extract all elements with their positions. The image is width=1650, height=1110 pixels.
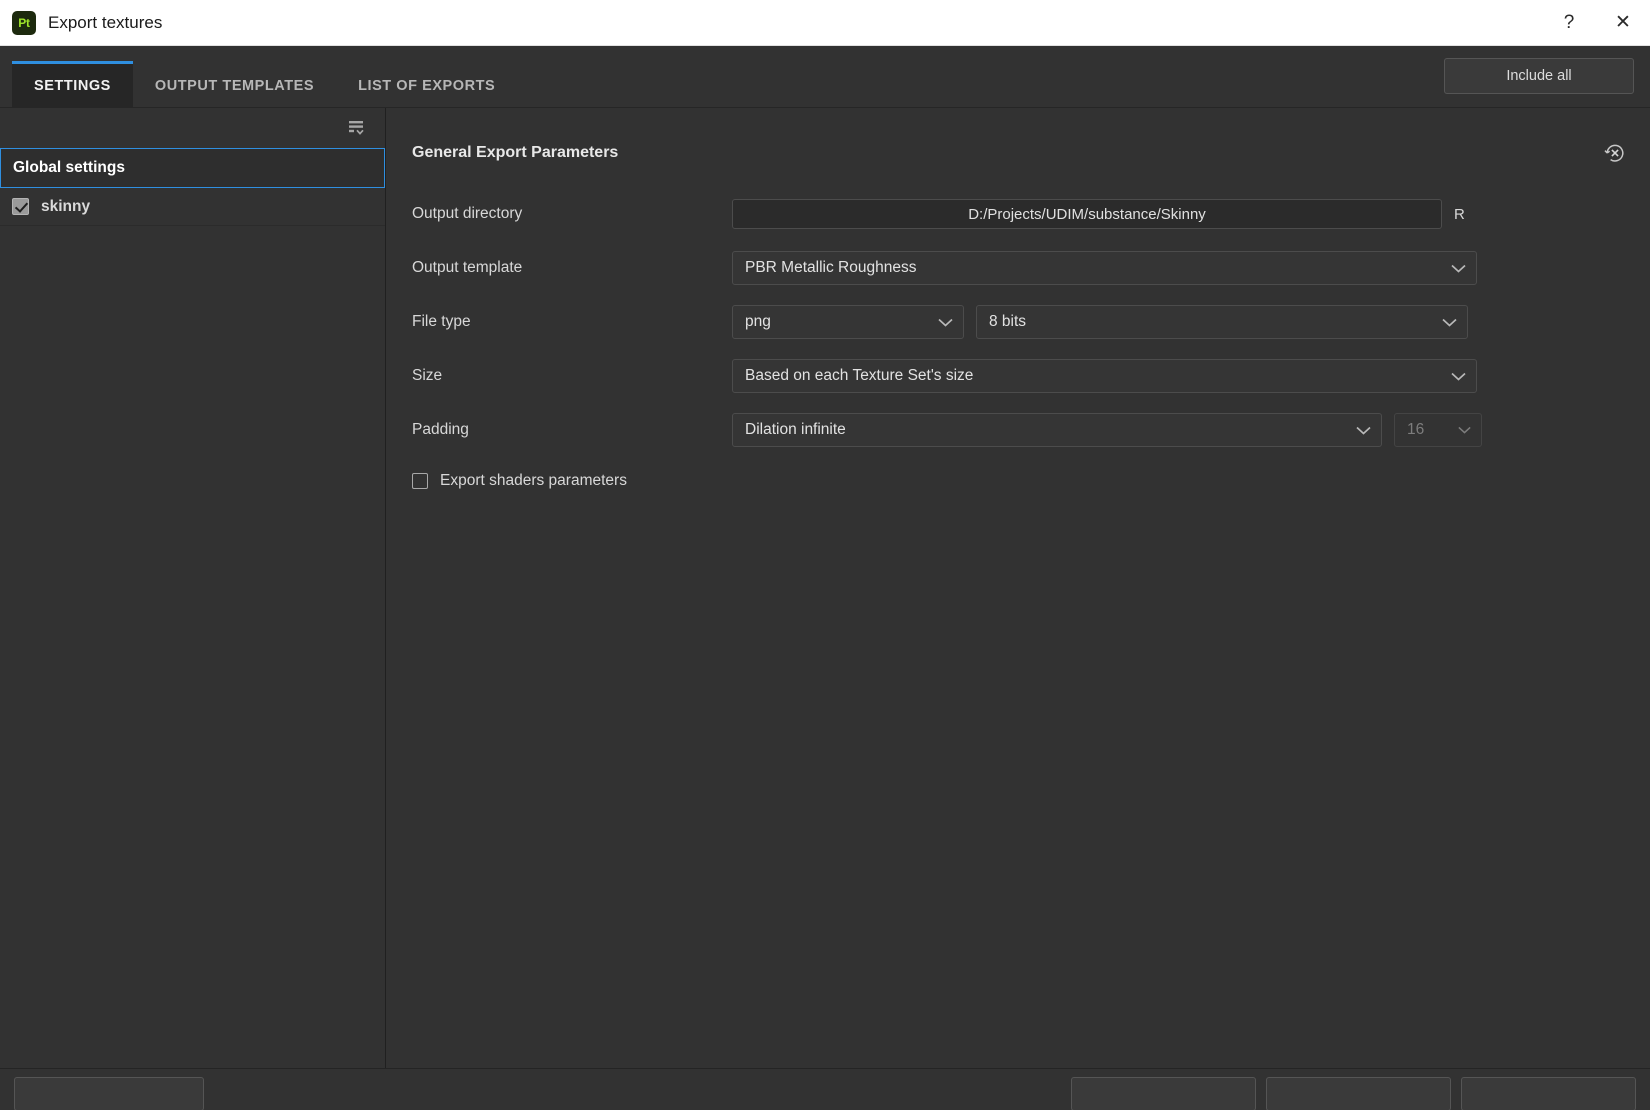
bit-depth-dropdown[interactable]: 8 bits bbox=[976, 305, 1468, 339]
footer-button-2[interactable] bbox=[1266, 1077, 1451, 1110]
file-type-dropdown[interactable]: png bbox=[732, 305, 964, 339]
chevron-down-icon bbox=[1458, 426, 1471, 434]
file-type-value: png bbox=[745, 313, 928, 331]
help-icon[interactable]: ? bbox=[1542, 0, 1596, 46]
size-dropdown[interactable]: Based on each Texture Set's size bbox=[732, 359, 1477, 393]
file-type-label: File type bbox=[412, 313, 732, 331]
output-template-label: Output template bbox=[412, 259, 732, 277]
chevron-down-icon bbox=[1356, 426, 1371, 435]
footer-left-buttons bbox=[14, 1077, 204, 1110]
substance-painter-logo-icon: Pt bbox=[12, 11, 36, 35]
size-label: Size bbox=[412, 367, 732, 385]
sidebar-item-global-settings[interactable]: Global settings bbox=[0, 148, 385, 188]
texture-set-checkbox[interactable] bbox=[12, 198, 29, 215]
form-row-padding: Padding Dilation infinite 16 bbox=[412, 412, 1650, 448]
export-shaders-checkbox[interactable] bbox=[412, 473, 428, 489]
dialog-footer bbox=[0, 1068, 1650, 1110]
padding-label: Padding bbox=[412, 421, 732, 439]
size-value: Based on each Texture Set's size bbox=[745, 367, 1441, 385]
include-all-wrap: Include all bbox=[1444, 58, 1634, 94]
footer-right-buttons bbox=[1071, 1077, 1636, 1110]
include-all-button[interactable]: Include all bbox=[1444, 58, 1634, 94]
output-directory-label: Output directory bbox=[412, 205, 732, 223]
close-icon[interactable]: ✕ bbox=[1596, 0, 1650, 46]
content-area: Global settings skinny General Export Pa… bbox=[0, 108, 1650, 1068]
chevron-down-icon bbox=[938, 318, 953, 327]
file-type-fields: png 8 bits bbox=[732, 305, 1468, 339]
chevron-down-icon bbox=[1442, 318, 1457, 327]
bit-depth-value: 8 bits bbox=[989, 313, 1432, 331]
footer-button-left[interactable] bbox=[14, 1077, 204, 1110]
window-title: Export textures bbox=[48, 13, 162, 33]
sidebar-empty-space bbox=[0, 226, 385, 1068]
chevron-down-icon bbox=[1451, 372, 1466, 381]
form-row-export-shaders[interactable]: Export shaders parameters bbox=[412, 466, 1650, 496]
sidebar-item-label: skinny bbox=[41, 198, 90, 216]
form-row-size: Size Based on each Texture Set's size bbox=[412, 358, 1650, 394]
output-directory-input[interactable]: D:/Projects/UDIM/substance/Skinny bbox=[732, 199, 1442, 229]
tab-output-templates[interactable]: OUTPUT TEMPLATES bbox=[133, 61, 336, 107]
browse-directory-button[interactable]: R bbox=[1454, 199, 1476, 229]
size-fields: Based on each Texture Set's size bbox=[732, 359, 1477, 393]
output-directory-fields: D:/Projects/UDIM/substance/Skinny R bbox=[732, 199, 1476, 229]
footer-button-1[interactable] bbox=[1071, 1077, 1256, 1110]
reset-circle-x-icon[interactable] bbox=[1602, 140, 1628, 166]
padding-dropdown[interactable]: Dilation infinite bbox=[732, 413, 1382, 447]
export-settings-form: Output directory D:/Projects/UDIM/substa… bbox=[386, 170, 1650, 496]
list-settings-icon[interactable] bbox=[345, 117, 367, 139]
padding-fields: Dilation infinite 16 bbox=[732, 413, 1482, 447]
output-template-dropdown[interactable]: PBR Metallic Roughness bbox=[732, 251, 1477, 285]
page-title: General Export Parameters bbox=[412, 144, 618, 162]
footer-button-3[interactable] bbox=[1461, 1077, 1636, 1110]
export-parameters-panel: General Export Parameters Output directo… bbox=[386, 108, 1650, 1068]
chevron-down-icon bbox=[1451, 264, 1466, 273]
form-row-output-template: Output template PBR Metallic Roughness bbox=[412, 250, 1650, 286]
sidebar-item-label: Global settings bbox=[13, 159, 125, 177]
window-titlebar: Pt Export textures ? ✕ bbox=[0, 0, 1650, 46]
form-row-output-directory: Output directory D:/Projects/UDIM/substa… bbox=[412, 196, 1650, 232]
form-row-file-type: File type png 8 bits bbox=[412, 304, 1650, 340]
tab-list-of-exports[interactable]: LIST OF EXPORTS bbox=[336, 61, 517, 107]
export-shaders-label: Export shaders parameters bbox=[440, 472, 627, 490]
texture-set-sidebar: Global settings skinny bbox=[0, 108, 386, 1068]
sidebar-toolbar bbox=[0, 108, 385, 148]
output-template-fields: PBR Metallic Roughness bbox=[732, 251, 1477, 285]
tab-settings[interactable]: SETTINGS bbox=[12, 61, 133, 107]
tab-bar: SETTINGS OUTPUT TEMPLATES LIST OF EXPORT… bbox=[0, 46, 1650, 108]
padding-amount-dropdown: 16 bbox=[1394, 413, 1482, 447]
tab-list: SETTINGS OUTPUT TEMPLATES LIST OF EXPORT… bbox=[12, 61, 517, 107]
panel-header: General Export Parameters bbox=[386, 136, 1650, 170]
padding-amount-value: 16 bbox=[1407, 421, 1448, 439]
padding-value: Dilation infinite bbox=[745, 421, 1346, 439]
sidebar-item-skinny[interactable]: skinny bbox=[0, 188, 385, 226]
output-template-value: PBR Metallic Roughness bbox=[745, 259, 1441, 277]
